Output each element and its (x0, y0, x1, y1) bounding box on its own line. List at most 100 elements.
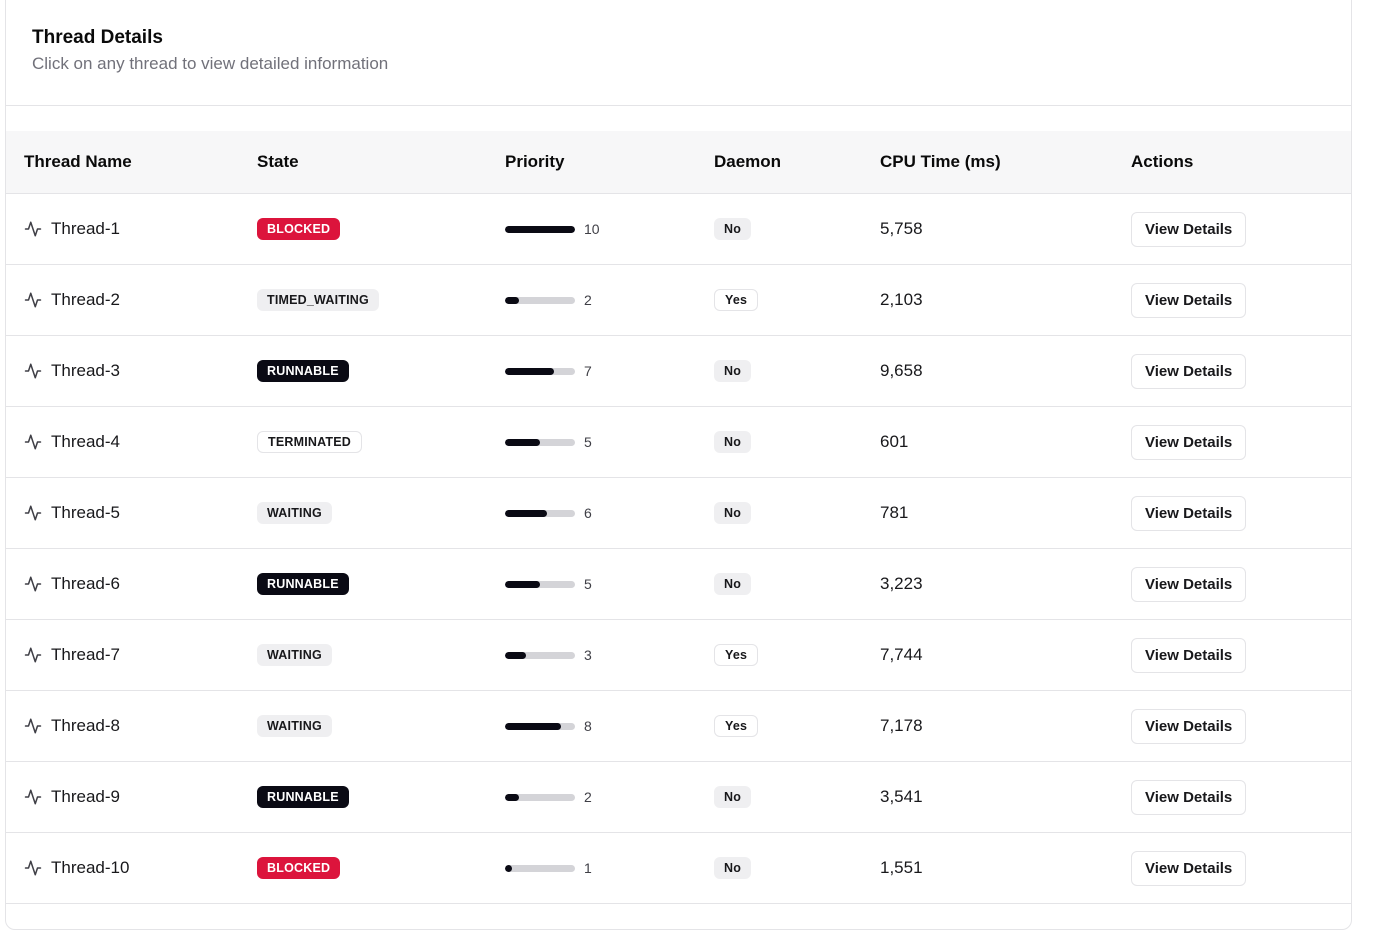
priority-bar (505, 580, 575, 588)
table-row[interactable]: Thread-6 RUNNABLE 5 No 3,223 View Detail… (6, 549, 1351, 620)
table-row[interactable]: Thread-2 TIMED_WAITING 2 Yes 2,103 View … (6, 265, 1351, 336)
priority-bar-fill (505, 864, 512, 872)
activity-icon (24, 433, 51, 451)
priority-cell: 3 (505, 620, 592, 690)
state-cell: RUNNABLE (257, 762, 349, 832)
table-row[interactable]: Thread-5 WAITING 6 No 781 View Details (6, 478, 1351, 549)
priority-cell: 5 (505, 407, 592, 477)
priority-bar-fill (505, 793, 519, 801)
priority-value: 5 (584, 434, 592, 450)
table-row[interactable]: Thread-1 BLOCKED 10 No 5,758 View Detail… (6, 194, 1351, 265)
activity-icon (24, 717, 51, 735)
daemon-badge: No (714, 431, 752, 453)
thread-name-cell: Thread-4 (24, 407, 120, 477)
table-row[interactable]: Thread-7 WAITING 3 Yes 7,744 View Detail… (6, 620, 1351, 691)
daemon-cell: No (714, 833, 752, 903)
thread-name: Thread-6 (51, 574, 120, 593)
priority-value: 3 (584, 647, 592, 663)
view-details-button[interactable]: View Details (1131, 637, 1247, 673)
state-cell: TERMINATED (257, 407, 363, 477)
cpu-time: 601 (880, 432, 909, 451)
cpu-time: 2,103 (880, 290, 923, 309)
table-row[interactable]: Thread-4 TERMINATED 5 No 601 View Detail… (6, 407, 1351, 478)
column-header-state: State (257, 152, 299, 171)
daemon-cell: No (714, 549, 752, 619)
cpu-time: 1,551 (880, 858, 923, 877)
priority-bar (505, 722, 575, 730)
cpu-time: 3,223 (880, 574, 923, 593)
daemon-cell: No (714, 478, 752, 548)
thread-name: Thread-8 (51, 716, 120, 735)
view-details-button[interactable]: View Details (1131, 282, 1247, 318)
daemon-badge: Yes (714, 289, 759, 311)
priority-bar (505, 225, 575, 233)
state-cell: BLOCKED (257, 833, 341, 903)
priority-cell: 6 (505, 478, 592, 548)
priority-bar-fill (505, 509, 547, 517)
view-details-button[interactable]: View Details (1131, 708, 1247, 744)
table-header: Thread Name State Priority Daemon CPU Ti… (6, 131, 1351, 194)
state-badge: WAITING (257, 502, 332, 524)
priority-cell: 7 (505, 336, 592, 406)
priority-cell: 2 (505, 265, 592, 335)
actions-cell: View Details (1131, 407, 1247, 477)
actions-cell: View Details (1131, 833, 1247, 903)
daemon-cell: Yes (714, 265, 759, 335)
daemon-badge: No (714, 218, 752, 240)
column-header-cpu-time: CPU Time (ms) (880, 152, 1001, 171)
priority-cell: 5 (505, 549, 592, 619)
table-row[interactable]: Thread-10 BLOCKED 1 No 1,551 View Detail… (6, 833, 1351, 904)
state-badge: BLOCKED (257, 218, 341, 240)
activity-icon (24, 291, 51, 309)
thread-name: Thread-5 (51, 503, 120, 522)
priority-bar-fill (505, 722, 561, 730)
actions-cell: View Details (1131, 549, 1247, 619)
state-cell: RUNNABLE (257, 336, 349, 406)
priority-value: 7 (584, 363, 592, 379)
actions-cell: View Details (1131, 336, 1247, 406)
activity-icon (24, 362, 51, 380)
view-details-button[interactable]: View Details (1131, 495, 1247, 531)
activity-icon (24, 646, 51, 664)
state-badge: TIMED_WAITING (257, 289, 379, 311)
priority-bar (505, 438, 575, 446)
view-details-button[interactable]: View Details (1131, 211, 1247, 247)
threads-table: Thread Name State Priority Daemon CPU Ti… (6, 131, 1351, 904)
view-details-button[interactable]: View Details (1131, 850, 1247, 886)
priority-cell: 10 (505, 194, 600, 264)
table-row[interactable]: Thread-8 WAITING 8 Yes 7,178 View Detail… (6, 691, 1351, 762)
table-body: Thread-1 BLOCKED 10 No 5,758 View Detail… (6, 194, 1351, 904)
daemon-cell: No (714, 336, 752, 406)
cpu-time: 9,658 (880, 361, 923, 380)
daemon-badge: No (714, 857, 752, 879)
priority-bar-fill (505, 580, 540, 588)
thread-name-cell: Thread-6 (24, 549, 120, 619)
daemon-badge: Yes (714, 644, 759, 666)
cpu-time: 3,541 (880, 787, 923, 806)
priority-bar (505, 793, 575, 801)
table-row[interactable]: Thread-3 RUNNABLE 7 No 9,658 View Detail… (6, 336, 1351, 407)
priority-cell: 8 (505, 691, 592, 761)
daemon-cell: No (714, 407, 752, 477)
view-details-button[interactable]: View Details (1131, 424, 1247, 460)
cpu-time: 7,744 (880, 645, 923, 664)
priority-value: 1 (584, 860, 592, 876)
daemon-badge: No (714, 786, 752, 808)
activity-icon (24, 575, 51, 593)
table-row[interactable]: Thread-9 RUNNABLE 2 No 3,541 View Detail… (6, 762, 1351, 833)
daemon-badge: No (714, 573, 752, 595)
priority-bar-fill (505, 225, 575, 233)
activity-icon (24, 504, 51, 522)
state-badge: BLOCKED (257, 857, 341, 879)
thread-name: Thread-2 (51, 290, 120, 309)
priority-bar (505, 367, 575, 375)
view-details-button[interactable]: View Details (1131, 353, 1247, 389)
thread-name: Thread-9 (51, 787, 120, 806)
priority-value: 2 (584, 789, 592, 805)
thread-name: Thread-1 (51, 219, 120, 238)
actions-cell: View Details (1131, 194, 1247, 264)
priority-bar (505, 509, 575, 517)
view-details-button[interactable]: View Details (1131, 779, 1247, 815)
cpu-time: 5,758 (880, 219, 923, 238)
view-details-button[interactable]: View Details (1131, 566, 1247, 602)
